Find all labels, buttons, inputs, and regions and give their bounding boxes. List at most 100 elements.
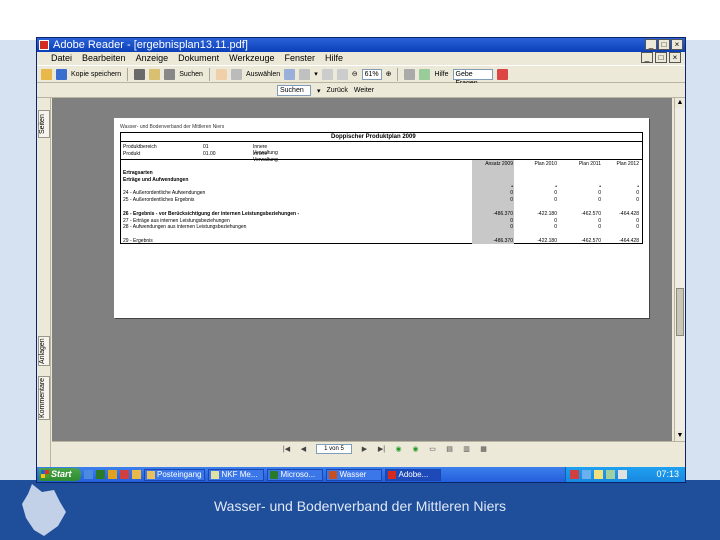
fit-page-icon[interactable] — [321, 68, 333, 80]
forward-button[interactable]: Weiter — [354, 87, 374, 94]
scroll-up-icon[interactable]: ▲ — [675, 98, 685, 108]
row-value: 0 — [510, 217, 513, 224]
quicklaunch-access-icon[interactable] — [120, 470, 129, 479]
row-value: -486.370 — [493, 210, 513, 217]
zoom-dropdown-icon[interactable]: ▾ — [314, 70, 318, 78]
pdf-col-header: Ansatz 2009 — [485, 161, 513, 167]
prev-page-icon[interactable]: ◀ — [299, 445, 308, 454]
select-tool-icon[interactable] — [230, 68, 242, 80]
email-icon[interactable] — [149, 68, 161, 80]
row-value: -464.428 — [619, 238, 639, 244]
rotate-icon[interactable] — [404, 68, 416, 80]
search-toolbar: Suchen ▾ Zurück Weiter — [37, 83, 685, 98]
tray-antivirus-icon[interactable] — [570, 470, 579, 479]
print-icon[interactable] — [134, 68, 146, 80]
tray-volume-icon[interactable] — [606, 470, 615, 479]
menu-fenster[interactable]: Fenster — [284, 52, 315, 65]
doc-restore-button[interactable]: □ — [655, 52, 667, 63]
fit-width-icon[interactable] — [336, 68, 348, 80]
quicklaunch-desktop-icon[interactable] — [84, 470, 93, 479]
facing-page-icon[interactable]: ▥ — [462, 445, 471, 454]
menu-hilfe[interactable]: Hilfe — [325, 52, 343, 65]
back-button[interactable]: Zurück — [327, 87, 348, 94]
task-microsoft[interactable]: Microso... — [267, 468, 324, 481]
zoom-out-icon[interactable]: ⊖ — [352, 70, 358, 78]
task-adobe[interactable]: Adobe... — [385, 468, 442, 481]
save-copy-button[interactable]: Kopie speichern — [71, 71, 121, 78]
row-value: 0 — [510, 197, 513, 204]
adobe-logo-icon — [496, 68, 508, 80]
pdf-title: Doppischer Produktplan 2009 — [331, 134, 416, 140]
quicklaunch-excel-icon[interactable] — [96, 470, 105, 479]
quicklaunch-explorer-icon[interactable] — [132, 470, 141, 479]
menu-bearbeiten[interactable]: Bearbeiten — [82, 52, 126, 65]
row-value: 0 — [636, 224, 639, 231]
find-field[interactable]: Suchen — [277, 85, 311, 96]
snapshot-icon[interactable] — [284, 68, 296, 80]
help-button[interactable]: Hilfe — [434, 71, 448, 78]
pdf-column-headers: Ansatz 2009 Plan 2010 Plan 2011 Plan 201… — [121, 161, 642, 169]
document-area[interactable]: Wasser- und Bodenverband der Mittleren N… — [52, 98, 672, 441]
select-button[interactable]: Auswählen — [246, 71, 280, 78]
task-nkf[interactable]: NKF Me... — [208, 468, 265, 481]
tray-printer-icon[interactable] — [618, 470, 627, 479]
task-posteingang[interactable]: Posteingang — [144, 468, 206, 481]
zoom-in-plus-icon[interactable]: ⊕ — [386, 70, 392, 78]
vertical-scrollbar[interactable]: ▲ ▼ — [674, 98, 685, 441]
tray-network-icon[interactable] — [582, 470, 591, 479]
pdf-col-header: Plan 2011 — [578, 161, 601, 167]
scroll-thumb[interactable] — [676, 288, 684, 336]
doc-minimize-button[interactable]: _ — [641, 52, 653, 63]
zoom-in-icon[interactable] — [299, 68, 311, 80]
menu-bar: Datei Bearbeiten Anzeige Dokument Werkze… — [37, 52, 685, 65]
menu-dokument[interactable]: Dokument — [178, 52, 219, 65]
quicklaunch-outlook-icon[interactable] — [108, 470, 117, 479]
single-page-icon[interactable]: ▭ — [428, 445, 437, 454]
continuous-facing-icon[interactable]: ▦ — [479, 445, 488, 454]
scroll-down-icon[interactable]: ▼ — [675, 431, 685, 441]
task-wasser[interactable]: Wasser — [326, 468, 383, 481]
go-forward-icon[interactable]: ◉ — [411, 445, 420, 454]
menu-datei[interactable]: Datei — [51, 52, 72, 65]
search-button[interactable]: Suchen — [179, 71, 203, 78]
system-tray: 07:13 — [565, 467, 685, 482]
menu-werkzeuge[interactable]: Werkzeuge — [229, 52, 274, 65]
navigation-panel: Seiten Anlagen Kommentare — [37, 98, 51, 468]
go-back-icon[interactable]: ◉ — [394, 445, 403, 454]
row-value: 0 — [554, 190, 557, 197]
table-row: 29 - Ergebnis -486.370 -422.180 -462.570 -46… — [123, 238, 641, 244]
binoculars-icon[interactable] — [164, 68, 176, 80]
page-number-field[interactable]: 1 von 5 — [316, 444, 352, 454]
find-dropdown-icon[interactable]: ▾ — [317, 87, 321, 95]
save-icon[interactable] — [56, 68, 67, 80]
pdf-table-frame: Doppischer Produktplan 2009 Produktberei… — [120, 132, 643, 244]
open-folder-icon[interactable] — [41, 68, 52, 80]
pdf-header-line: Wasser- und Bodenverband der Mittleren N… — [120, 124, 225, 130]
tab-anlagen[interactable]: Anlagen — [38, 336, 50, 366]
close-button[interactable]: × — [671, 39, 683, 50]
tab-kommentare[interactable]: Kommentare — [38, 376, 50, 420]
hand-tool-icon[interactable] — [215, 68, 227, 80]
slide-top-band — [0, 0, 720, 40]
tab-seiten[interactable]: Seiten — [38, 110, 50, 138]
maximize-button[interactable]: □ — [658, 39, 670, 50]
table-row — [123, 231, 641, 237]
continuous-page-icon[interactable]: ▤ — [445, 445, 454, 454]
row-value: -464.428 — [619, 210, 639, 217]
tray-update-icon[interactable] — [594, 470, 603, 479]
first-page-icon[interactable]: |◀ — [282, 445, 291, 454]
table-row: • • • • — [123, 184, 641, 190]
menu-anzeige[interactable]: Anzeige — [136, 52, 169, 65]
zoom-field[interactable]: 61% — [361, 68, 382, 80]
help-search-field[interactable]: Gebe Fragen — [452, 68, 493, 87]
row-value: 0 — [510, 224, 513, 231]
last-page-icon[interactable]: ▶| — [377, 445, 386, 454]
main-toolbar: Kopie speichern Suchen Auswählen ▾ ⊖ 61%… — [37, 65, 685, 87]
row-value: 0 — [636, 190, 639, 197]
help-icon[interactable] — [419, 68, 431, 80]
doc-close-button[interactable]: × — [669, 52, 681, 63]
minimize-button[interactable]: _ — [645, 39, 657, 50]
table-row: Erträge und Aufwendungen — [123, 177, 641, 183]
row-value: 0 — [554, 197, 557, 204]
next-page-icon[interactable]: ▶ — [360, 445, 369, 454]
